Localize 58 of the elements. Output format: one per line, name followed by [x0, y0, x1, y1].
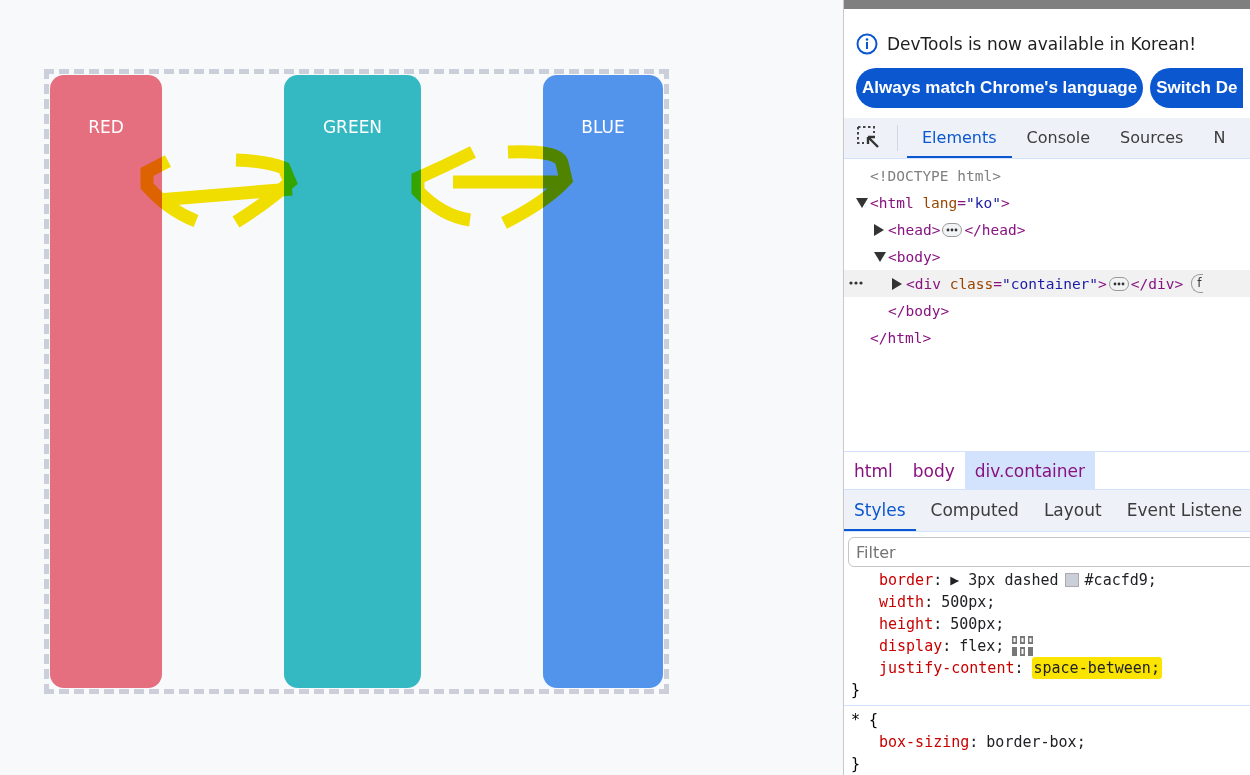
css-property: border: [879, 570, 934, 591]
flex-badge[interactable]: f: [1191, 274, 1204, 293]
css-value: flex;: [959, 636, 1005, 657]
color-swatch[interactable]: [1064, 573, 1079, 587]
panel-tab[interactable]: Sources: [1105, 118, 1199, 158]
dom-node-line[interactable]: <html lang="ko">: [870, 194, 1010, 211]
css-colon: :: [924, 592, 934, 613]
css-property: height: [879, 614, 934, 635]
css-property: width: [879, 592, 925, 613]
css-value: border-box;: [986, 732, 1086, 753]
item-label: GREEN: [322, 117, 383, 139]
breadcrumb-item[interactable]: html: [844, 452, 903, 489]
css-colon: :: [933, 614, 943, 635]
css-value: #cacfd9;: [1084, 570, 1157, 591]
pane-tab[interactable]: Event Listene: [1116, 490, 1250, 531]
breadcrumb-item[interactable]: div.container: [964, 452, 1095, 489]
css-value: space-between;: [1031, 657, 1162, 679]
pane-tab[interactable]: Styles: [844, 490, 916, 531]
pane-tab[interactable]: Computed: [920, 490, 1029, 531]
info-icon: [856, 33, 878, 55]
css-property: box-sizing: [879, 732, 970, 753]
item-label: BLUE: [581, 117, 625, 139]
closing-tag[interactable]: </body>: [888, 302, 950, 319]
closing-tag[interactable]: </html>: [870, 329, 932, 346]
language-button[interactable]: Switch De: [1150, 68, 1244, 108]
flexbox-editor-icon[interactable]: [1012, 636, 1035, 656]
pane-tab[interactable]: Layout: [1033, 490, 1112, 531]
expanded-triangle-icon[interactable]: [856, 197, 870, 208]
css-value: ▶ 3px dashed: [950, 570, 1059, 591]
expanded-triangle-icon[interactable]: [874, 251, 888, 262]
more-options-icon[interactable]: [848, 280, 864, 286]
closing-brace: }: [851, 680, 862, 701]
ellipsis-icon[interactable]: [1108, 276, 1129, 291]
closing-tag[interactable]: </head>: [964, 221, 1026, 238]
dom-node-line[interactable]: <head>: [888, 221, 941, 238]
panel-tab[interactable]: Elements: [907, 118, 1012, 158]
panel-tab[interactable]: N: [1198, 118, 1241, 158]
closing-tag[interactable]: </div>: [1130, 275, 1184, 292]
breadcrumb-item[interactable]: body: [902, 452, 965, 489]
css-value: 500px;: [950, 614, 1005, 635]
css-selector: * {: [851, 710, 880, 731]
css-colon: :: [933, 570, 943, 591]
filter-field[interactable]: Filter: [848, 537, 1250, 567]
css-value: 500px;: [941, 592, 996, 613]
css-colon: :: [1014, 658, 1024, 679]
dom-node-line[interactable]: <div class="container">: [906, 275, 1107, 292]
panel-tab[interactable]: Console: [1011, 118, 1106, 158]
infobar-message: DevTools is now available in Korean!: [887, 34, 1197, 54]
css-property: display: [879, 636, 943, 657]
dom-node-line[interactable]: <!DOCTYPE html>: [870, 167, 1001, 184]
ellipsis-icon[interactable]: [942, 222, 963, 237]
css-colon: :: [942, 636, 952, 657]
item-label: RED: [88, 117, 124, 139]
dom-node-line[interactable]: <body>: [888, 248, 941, 265]
css-colon: :: [969, 732, 979, 753]
closing-brace: }: [851, 754, 862, 775]
language-button[interactable]: Always match Chrome's language: [856, 68, 1144, 108]
css-property: justify-content: [879, 658, 1015, 679]
